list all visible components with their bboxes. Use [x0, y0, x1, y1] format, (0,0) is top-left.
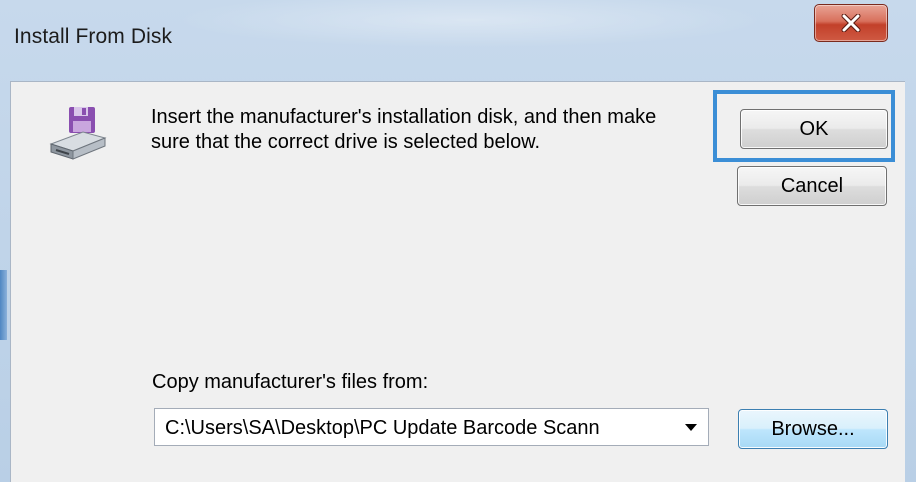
instructions-text: Insert the manufacturer's installation d…	[151, 106, 657, 153]
window-edge-accent	[0, 270, 7, 340]
title-bar[interactable]: Install From Disk	[0, 0, 916, 78]
window-title: Install From Disk	[14, 25, 173, 48]
floppy-disk-drive-icon	[47, 104, 109, 166]
source-path-combobox[interactable]: C:\Users\SA\Desktop\PC Update Barcode Sc…	[154, 408, 709, 446]
install-from-disk-window: Install From Disk Insert the manufacture…	[0, 0, 916, 482]
ok-button[interactable]: OK	[740, 109, 888, 149]
chevron-down-icon[interactable]	[680, 417, 702, 437]
copy-files-label: Copy manufacturer's files from:	[152, 371, 429, 393]
browse-button[interactable]: Browse...	[738, 409, 888, 449]
cancel-button[interactable]: Cancel	[737, 166, 887, 206]
close-icon	[841, 14, 861, 32]
source-path-value[interactable]: C:\Users\SA\Desktop\PC Update Barcode Sc…	[165, 417, 675, 440]
close-button[interactable]	[814, 4, 888, 42]
dialog-body: Insert the manufacturer's installation d…	[10, 81, 905, 482]
